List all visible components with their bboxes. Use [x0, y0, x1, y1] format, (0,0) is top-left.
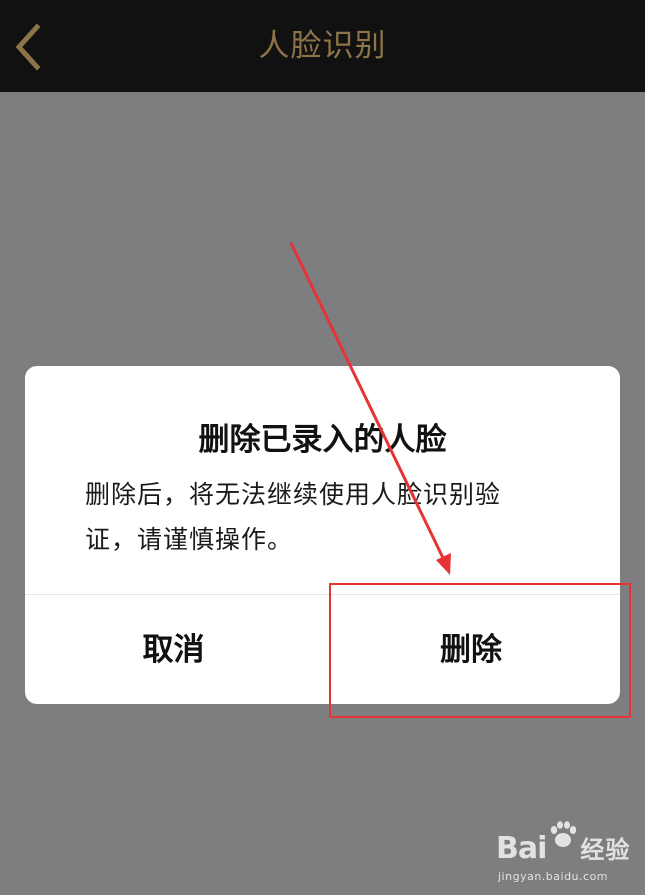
dialog-title: 删除已录入的人脸: [198, 422, 447, 458]
annotation-highlight-box: [329, 583, 631, 718]
watermark-url: jingyan.baidu.com: [498, 870, 609, 883]
dialog-message-line-2: 证，请谨慎操作。: [85, 525, 294, 554]
dialog-message-line-1: 删除后，将无法继续使用人脸识别验: [85, 480, 502, 509]
baidu-jingyan-watermark: Bai 经验 jingyan.baidu.com: [496, 820, 641, 890]
dialog-message: 删除后，将无法继续使用人脸识别验 证，请谨慎操作。: [85, 472, 555, 562]
watermark-brand: Bai 经验: [496, 830, 630, 869]
watermark-brand-main: Bai: [496, 831, 547, 866]
screen: 人脸识别 删除已录入的人脸 删除后，将无法继续使用人脸识别验 证，请谨慎操作。 …: [0, 0, 645, 895]
page-title: 人脸识别: [258, 28, 387, 64]
navigation-bar: 人脸识别: [0, 0, 645, 92]
cancel-button[interactable]: 取消: [25, 596, 322, 704]
watermark-brand-cn: 经验: [580, 836, 631, 864]
